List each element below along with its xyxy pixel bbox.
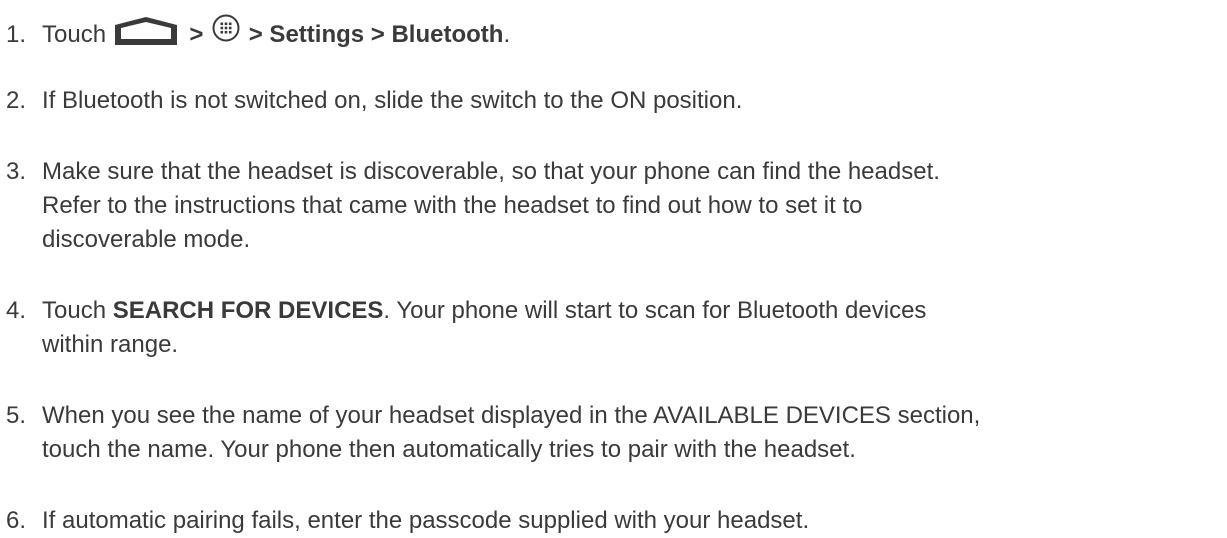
home-icon xyxy=(114,16,177,45)
step-suffix: . xyxy=(503,21,511,48)
step-prefix: Touch xyxy=(42,21,107,48)
step-text-line-1: Make sure that the headset is discoverab… xyxy=(42,158,940,185)
search-for-devices-label: SEARCH FOR DEVICES xyxy=(112,297,384,324)
step-number: 2. xyxy=(6,87,27,114)
step-text-line-3: discoverable mode. xyxy=(42,226,251,253)
step-text: Touch > > Settings > Bluetooth. xyxy=(42,14,1221,52)
step-rest: . Your phone will start to scan for Blue… xyxy=(383,297,927,324)
step-6: 6. If automatic pairing fails, enter the… xyxy=(6,504,1221,538)
step-4: 4. Touch SEARCH FOR DEVICES. Your phone … xyxy=(6,294,1221,362)
step-number: 5. xyxy=(6,402,27,429)
step-3: 3. Make sure that the headset is discove… xyxy=(6,155,1221,257)
step-number: 3. xyxy=(6,158,27,185)
step-number: 1. xyxy=(6,21,27,48)
separator-1: > xyxy=(189,21,204,48)
step-text: If automatic pairing fails, enter the pa… xyxy=(42,507,810,534)
step-text-line-2: touch the name. Your phone then automati… xyxy=(42,436,856,463)
step-number: 4. xyxy=(6,297,27,324)
step-number: 6. xyxy=(6,507,27,534)
step-text-line-1: Touch SEARCH FOR DEVICES. Your phone wil… xyxy=(42,294,1221,328)
step-2: 2. If Bluetooth is not switched on, slid… xyxy=(6,84,1221,118)
step-1: 1. Touch > > Settings > Bluetooth. xyxy=(6,14,1221,52)
step-text-line-2: Refer to the instructions that came with… xyxy=(42,192,863,219)
step-text-line-2: within range. xyxy=(42,331,179,358)
apps-icon xyxy=(212,14,240,42)
step-text: If Bluetooth is not switched on, slide t… xyxy=(42,87,743,114)
step-prefix: Touch xyxy=(42,297,107,324)
settings-path: > Settings > Bluetooth xyxy=(248,21,504,48)
step-text-line-1: When you see the name of your headset di… xyxy=(42,402,981,429)
step-5: 5. When you see the name of your headset… xyxy=(6,399,1221,467)
